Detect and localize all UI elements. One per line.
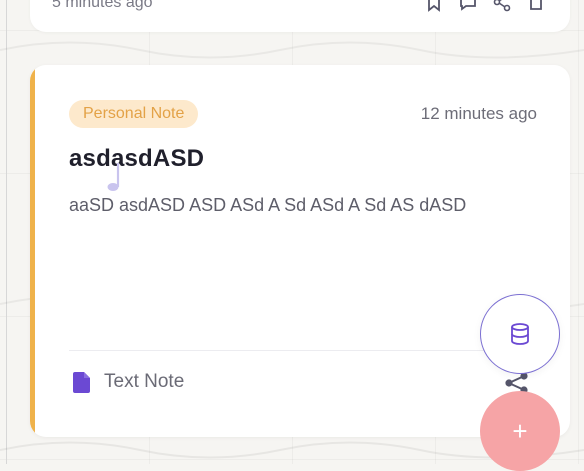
background-wave [0, 41, 584, 59]
document-icon [73, 372, 90, 393]
bookmark-icon[interactable] [424, 0, 444, 12]
comment-icon[interactable] [458, 0, 478, 12]
note-body: aaSD asdASD ASD ASd A Sd ASd A Sd AS dAS… [69, 195, 467, 215]
previous-card-time: 5 minutes ago [52, 0, 153, 11]
delete-icon[interactable] [526, 0, 546, 12]
card-divider [69, 350, 537, 351]
database-icon [511, 323, 529, 345]
previous-card-actions [424, 0, 546, 12]
note-type-label: Text Note [104, 371, 185, 392]
previous-note-card[interactable]: 5 minutes ago [30, 0, 570, 32]
add-label: + [512, 415, 528, 446]
note-category-badge: Personal Note [69, 100, 199, 128]
note-card-accent [30, 65, 35, 437]
note-title: asdasdASD [69, 145, 205, 172]
share-icon[interactable] [492, 0, 512, 12]
database-fab-button[interactable] [480, 294, 560, 374]
music-note-icon [107, 163, 120, 191]
note-card[interactable]: Personal Note 12 minutes ago asdasdASD a… [30, 65, 570, 437]
note-timestamp: 12 minutes ago [420, 104, 537, 123]
note-type: Text Note [72, 370, 184, 394]
add-note-button[interactable]: + [480, 391, 560, 471]
